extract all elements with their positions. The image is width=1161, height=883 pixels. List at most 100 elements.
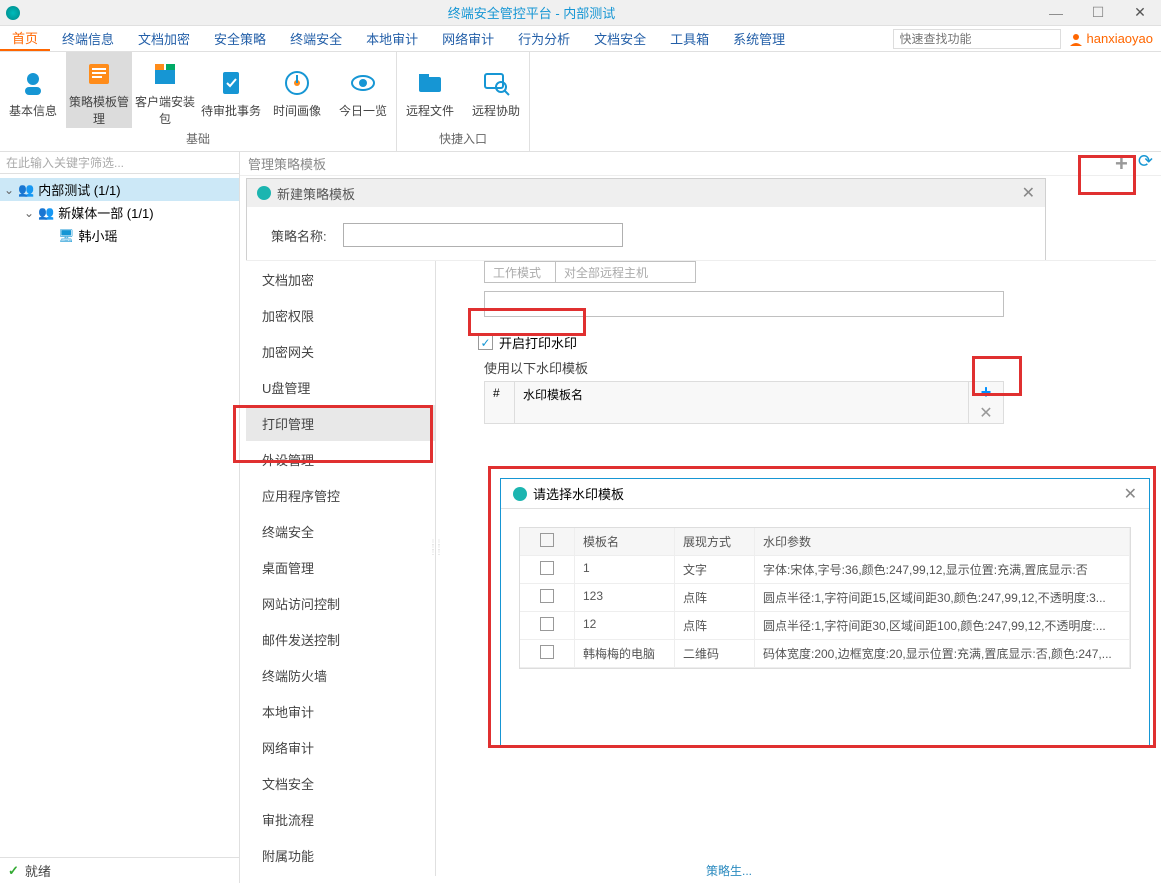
cat-desktop[interactable]: 桌面管理 (246, 549, 435, 585)
cat-term-sec[interactable]: 终端安全 (246, 513, 435, 549)
picker-row[interactable]: 123 点阵 圆点半径:1,字符间距15,区域间距30,颜色:247,99,12… (520, 584, 1130, 612)
use-template-label: 使用以下水印模板 (484, 358, 1136, 377)
check-all[interactable] (540, 533, 554, 547)
user-card-icon (18, 68, 48, 98)
close-button[interactable]: ✕ (1119, 0, 1161, 26)
tree-root[interactable]: ⌄👥内部测试 (1/1) (0, 178, 239, 201)
cat-app-ctrl[interactable]: 应用程序管控 (246, 477, 435, 513)
sidebar: 在此输入关键字筛选... ⌄👥内部测试 (1/1) ⌄👥新媒体一部 (1/1) … (0, 152, 240, 883)
tree-user[interactable]: 🖥韩小瑶 (0, 224, 239, 247)
cat-encrypt-perm[interactable]: 加密权限 (246, 297, 435, 333)
ritem-today[interactable]: 今日一览 (330, 52, 396, 128)
tab-doc-security[interactable]: 文档安全 (582, 26, 658, 51)
app-title: 终端安全管控平台 - 内部测试 (28, 3, 1035, 22)
ribbon-label-quick: 快捷入口 (397, 128, 529, 151)
clock-icon (282, 68, 312, 98)
ritem-basic-info[interactable]: 基本信息 (0, 52, 66, 128)
tab-behavior[interactable]: 行为分析 (506, 26, 582, 51)
user-menu[interactable]: hanxiaoyao (1061, 31, 1161, 46)
template-icon (84, 59, 114, 89)
maximize-button[interactable]: ☐ (1077, 0, 1119, 26)
col-num: # (485, 382, 515, 423)
drag-handle-icon[interactable]: ⋮⋮⋮⋮⋮⋮ (430, 541, 442, 556)
template-name-input[interactable] (343, 223, 623, 247)
cat-usb[interactable]: U盘管理 (246, 369, 435, 405)
modal-icon (257, 186, 271, 200)
tab-sys-manage[interactable]: 系统管理 (721, 26, 797, 51)
tab-home[interactable]: 首页 (0, 26, 50, 51)
row-checkbox[interactable] (540, 561, 554, 575)
search-input[interactable] (893, 29, 1061, 49)
ribbon-group-basic: 基本信息 策略模板管理 客户端安装包 待审批事务 时间画像 今日一览 基础 (0, 52, 397, 151)
add-template-button[interactable]: + (1115, 151, 1128, 177)
cat-encrypt-gw[interactable]: 加密网关 (246, 333, 435, 369)
ritem-remote-file[interactable]: 远程文件 (397, 52, 463, 128)
user-icon (1069, 32, 1083, 46)
refresh-button[interactable]: ⟳ (1138, 151, 1153, 177)
picker-header: 请选择水印模板 ✕ (501, 479, 1149, 509)
modal-title: 新建策略模板 (277, 184, 355, 203)
cat-net-audit[interactable]: 网络审计 (246, 729, 435, 765)
chevron-down-icon[interactable]: ⌄ (24, 206, 38, 220)
ritem-approval[interactable]: 待审批事务 (198, 52, 264, 128)
row-checkbox[interactable] (540, 645, 554, 659)
tab-toolbox[interactable]: 工具箱 (658, 26, 721, 51)
tab-security-policy[interactable]: 安全策略 (202, 26, 278, 51)
modal-header: 新建策略模板 ✕ (247, 179, 1045, 207)
mode-select[interactable]: 对全部远程主机 (556, 261, 696, 283)
app-logo (6, 6, 20, 20)
tab-terminal-info[interactable]: 终端信息 (50, 26, 126, 51)
cat-local-audit[interactable]: 本地审计 (246, 693, 435, 729)
cat-peripheral[interactable]: 外设管理 (246, 441, 435, 477)
approval-icon (216, 68, 246, 98)
col-check (520, 528, 575, 555)
panel-title: 管理策略模板 (248, 154, 326, 173)
cat-approval[interactable]: 审批流程 (246, 801, 435, 837)
cat-web-ctrl[interactable]: 网站访问控制 (246, 585, 435, 621)
ritem-remote-assist[interactable]: 远程协助 (463, 52, 529, 128)
modal-close-button[interactable]: ✕ (1022, 183, 1035, 203)
col-params: 水印参数 (755, 528, 1130, 555)
tab-doc-encrypt[interactable]: 文档加密 (126, 26, 202, 51)
enable-watermark-row[interactable]: ✓ 开启打印水印 (478, 333, 1136, 352)
minimize-button[interactable]: — (1035, 0, 1077, 26)
row-checkbox[interactable] (540, 589, 554, 603)
group-icon: 👥 (38, 205, 54, 221)
empty-box (484, 291, 1004, 317)
org-tree: ⌄👥内部测试 (1/1) ⌄👥新媒体一部 (1/1) 🖥韩小瑶 (0, 174, 239, 857)
cat-doc-sec[interactable]: 文档安全 (246, 765, 435, 801)
cat-print[interactable]: 打印管理 (246, 405, 435, 441)
watermark-picker-dialog: 请选择水印模板 ✕ 模板名 展现方式 水印参数 1 文字 字体:宋体,字号:36… (500, 478, 1150, 748)
tab-net-audit[interactable]: 网络审计 (430, 26, 506, 51)
eye-icon (348, 68, 378, 98)
statusbar: ✓就绪 (0, 857, 239, 883)
chevron-down-icon[interactable]: ⌄ (4, 183, 18, 197)
monitor-icon: 🖥 (58, 228, 75, 244)
row-checkbox[interactable] (540, 617, 554, 631)
mode-label: 工作模式 (484, 261, 556, 283)
tab-terminal-security[interactable]: 终端安全 (278, 26, 354, 51)
name-label: 策略名称: (271, 226, 343, 245)
tab-local-audit[interactable]: 本地审计 (354, 26, 430, 51)
ritem-time-portrait[interactable]: 时间画像 (264, 52, 330, 128)
cat-firewall[interactable]: 终端防火墙 (246, 657, 435, 693)
titlebar: 终端安全管控平台 - 内部测试 — ☐ ✕ (0, 0, 1161, 26)
package-icon (150, 59, 180, 89)
cat-doc-encrypt[interactable]: 文档加密 (246, 261, 435, 297)
check-icon: ✓ (8, 863, 19, 879)
folder-icon (415, 68, 445, 98)
picker-row[interactable]: 韩梅梅的电脑 二维码 码体宽度:200,边框宽度:20,显示位置:充满,置底显示… (520, 640, 1130, 668)
picker-row[interactable]: 1 文字 字体:宋体,字号:36,颜色:247,99,12,显示位置:充满,置底… (520, 556, 1130, 584)
topbar: 首页 终端信息 文档加密 安全策略 终端安全 本地审计 网络审计 行为分析 文档… (0, 26, 1161, 52)
tree-dept[interactable]: ⌄👥新媒体一部 (1/1) (0, 201, 239, 224)
ritem-client-pkg[interactable]: 客户端安装包 (132, 52, 198, 128)
tree-filter[interactable]: 在此输入关键字筛选... (0, 152, 239, 174)
cat-mail-ctrl[interactable]: 邮件发送控制 (246, 621, 435, 657)
picker-row[interactable]: 12 点阵 圆点半径:1,字符间距30,区域间距100,颜色:247,99,12… (520, 612, 1130, 640)
remove-row-button[interactable]: ✕ (969, 403, 1003, 423)
add-row-button[interactable]: + (969, 382, 1003, 403)
enable-watermark-checkbox[interactable]: ✓ (478, 335, 493, 350)
ritem-template-manage[interactable]: 策略模板管理 (66, 52, 132, 128)
cat-extra[interactable]: 附属功能 (246, 837, 435, 873)
picker-close-button[interactable]: ✕ (1124, 484, 1137, 504)
